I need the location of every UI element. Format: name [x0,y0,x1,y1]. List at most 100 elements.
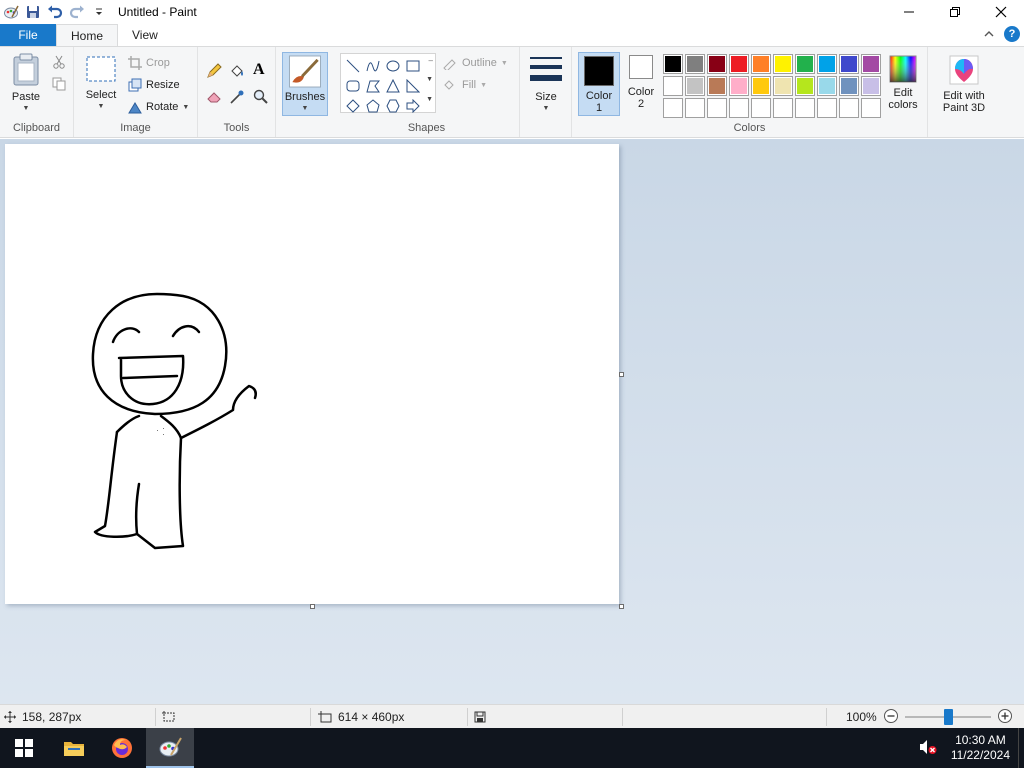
color-swatch[interactable] [839,98,859,118]
color-swatch[interactable] [795,98,815,118]
color-swatch[interactable] [773,76,793,96]
fill-bucket-icon[interactable] [229,63,245,82]
color-swatch[interactable] [861,54,881,74]
line-shape-icon[interactable] [343,56,363,76]
rounded-rectangle-shape-icon[interactable] [343,76,363,96]
paste-dropdown-icon[interactable]: ▼ [23,103,30,115]
hexagon-shape-icon[interactable] [383,96,403,116]
firefox-button[interactable] [98,728,146,768]
color-swatch[interactable] [663,76,683,96]
zoom-out-button[interactable] [883,708,899,727]
copy-icon[interactable] [52,77,66,94]
rectangle-shape-icon[interactable] [403,56,423,76]
color-swatch[interactable] [729,98,749,118]
outline-button[interactable]: Outline ▼ [442,53,508,73]
color2-button[interactable]: Color 2 [622,55,660,110]
edit-colors-button[interactable]: Edit colors [884,55,922,111]
file-explorer-button[interactable] [50,728,98,768]
brushes-dropdown-icon[interactable]: ▼ [302,103,309,115]
cut-icon[interactable] [52,55,66,72]
volume-muted-icon[interactable] [913,739,943,758]
color-swatch[interactable] [707,98,727,118]
drawing-canvas[interactable] [5,144,619,604]
polygon-shape-icon[interactable] [363,76,383,96]
color-swatch[interactable] [707,76,727,96]
curve-shape-icon[interactable] [363,56,383,76]
minimize-button[interactable] [886,0,932,24]
customize-qat-icon[interactable] [90,3,108,21]
color-swatch[interactable] [861,98,881,118]
color-swatch[interactable] [839,54,859,74]
color-swatch[interactable] [751,76,771,96]
restore-button[interactable] [932,0,978,24]
color-swatch[interactable] [663,98,683,118]
color-swatch[interactable] [773,54,793,74]
zoom-in-button[interactable] [997,708,1013,727]
pencil-icon[interactable] [206,63,222,82]
right-triangle-shape-icon[interactable] [403,76,423,96]
color-picker-icon[interactable] [229,89,245,108]
tab-home[interactable]: Home [56,24,119,46]
color-swatch[interactable] [773,98,793,118]
canvas-workspace[interactable] [0,139,1024,704]
shapes-scroll-down-icon[interactable]: ▼ [426,76,433,83]
arrow-shape-icon[interactable] [403,96,423,116]
color-swatch[interactable] [729,76,749,96]
canvas-resize-handle-corner[interactable] [619,604,624,609]
color-swatch[interactable] [839,76,859,96]
brushes-button[interactable]: Brushes ▼ [282,52,328,116]
paint-taskbar-button[interactable] [146,728,194,768]
eraser-icon[interactable] [206,89,222,108]
zoom-slider[interactable] [904,709,991,725]
text-tool-icon[interactable]: A [253,61,265,79]
undo-icon[interactable] [46,3,64,21]
fill-button[interactable]: Fill ▼ [442,75,487,95]
diamond-shape-icon[interactable] [343,96,363,116]
color-swatch[interactable] [861,76,881,96]
save-icon[interactable] [24,3,42,21]
color-swatch[interactable] [795,76,815,96]
resize-button[interactable]: Resize [128,75,180,95]
color-swatch[interactable] [685,54,705,74]
triangle-shape-icon[interactable] [383,76,403,96]
paste-button[interactable]: Paste ▼ [6,53,46,115]
color-swatch[interactable] [663,54,683,74]
shapes-more-icon[interactable]: ▼ [426,96,433,103]
paint-app-icon[interactable] [2,3,20,21]
color-swatch[interactable] [685,76,705,96]
magnifier-icon[interactable] [253,89,269,108]
select-button[interactable]: Select ▼ [80,55,122,113]
zoom-slider-thumb[interactable] [943,709,953,725]
help-icon[interactable]: ? [1004,26,1020,42]
color-swatch[interactable] [817,98,837,118]
oval-shape-icon[interactable] [383,56,403,76]
color-swatch[interactable] [817,54,837,74]
edit-with-paint3d-button[interactable]: Edit with Paint 3D [932,55,996,114]
color-swatch[interactable] [729,54,749,74]
tab-file[interactable]: File [0,24,56,46]
color-swatch[interactable] [707,54,727,74]
tab-view[interactable]: View [118,24,172,46]
canvas-resize-handle-right[interactable] [619,372,624,377]
pentagon-shape-icon[interactable] [363,96,383,116]
collapse-ribbon-icon[interactable] [984,27,994,41]
close-button[interactable] [978,0,1024,24]
color-swatch[interactable] [751,54,771,74]
color-swatch[interactable] [685,98,705,118]
color-swatch[interactable] [751,98,771,118]
color1-button[interactable]: Color 1 [578,52,620,116]
clock[interactable]: 10:30 AM 11/22/2024 [943,733,1018,763]
color-swatch[interactable] [817,76,837,96]
crop-button[interactable]: Crop [128,53,170,73]
size-button[interactable]: Size ▼ [528,55,564,115]
rotate-button[interactable]: Rotate ▼ [128,97,189,117]
show-desktop-button[interactable] [1018,728,1024,768]
fill-dropdown-icon[interactable]: ▼ [480,82,487,89]
size-dropdown-icon[interactable]: ▼ [543,103,550,115]
canvas-resize-handle-bottom[interactable] [310,604,315,609]
redo-icon[interactable] [68,3,86,21]
rotate-dropdown-icon[interactable]: ▼ [182,104,189,111]
shapes-scroll-up-icon[interactable]: – [429,56,433,65]
outline-dropdown-icon[interactable]: ▼ [501,60,508,67]
color-swatch[interactable] [795,54,815,74]
